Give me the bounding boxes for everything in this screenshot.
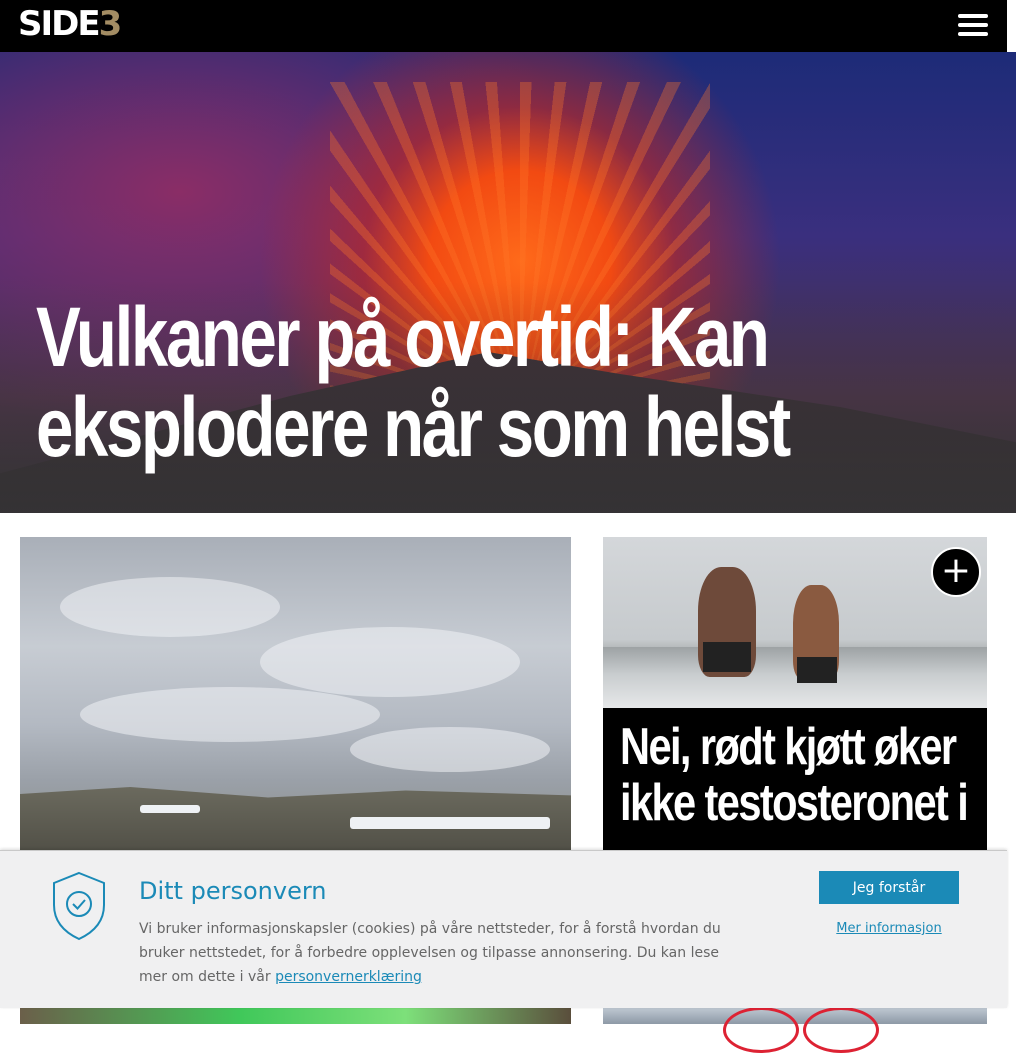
privacy-policy-link[interactable]: personvernerklæring [275,969,422,985]
site-header: SIDE3 [0,0,1007,52]
article-card-left[interactable] [20,537,571,850]
hamburger-icon[interactable] [958,14,988,38]
site-logo[interactable]: SIDE3 [18,4,123,44]
more-info-link[interactable]: Mer informasjon [819,921,959,936]
hero-article[interactable]: Vulkaner på overtid: Kan eksplodere når … [0,52,1016,513]
plus-icon[interactable]: + [931,547,981,597]
cookie-description: Vi bruker informasjonskapsler (cookies) … [139,917,729,989]
cookie-title: Ditt personvern [139,877,327,905]
shield-check-icon [53,871,105,941]
article-card-right[interactable]: + Nei, rødt kjøtt øker ikke testosterone… [603,537,987,850]
accept-cookies-button[interactable]: Jeg forstår [819,871,959,904]
hero-headline[interactable]: Vulkaner på overtid: Kan eksplodere når … [36,292,1004,472]
cookie-text: Vi bruker informasjonskapsler (cookies) … [139,921,721,985]
logo-text: SIDE [18,4,101,44]
article-headline-right[interactable]: Nei, rødt kjøtt øker ikke testosteronet … [620,719,972,831]
logo-number: 3 [98,4,123,44]
cookie-banner: Ditt personvern Vi bruker informasjonska… [0,850,1007,1008]
